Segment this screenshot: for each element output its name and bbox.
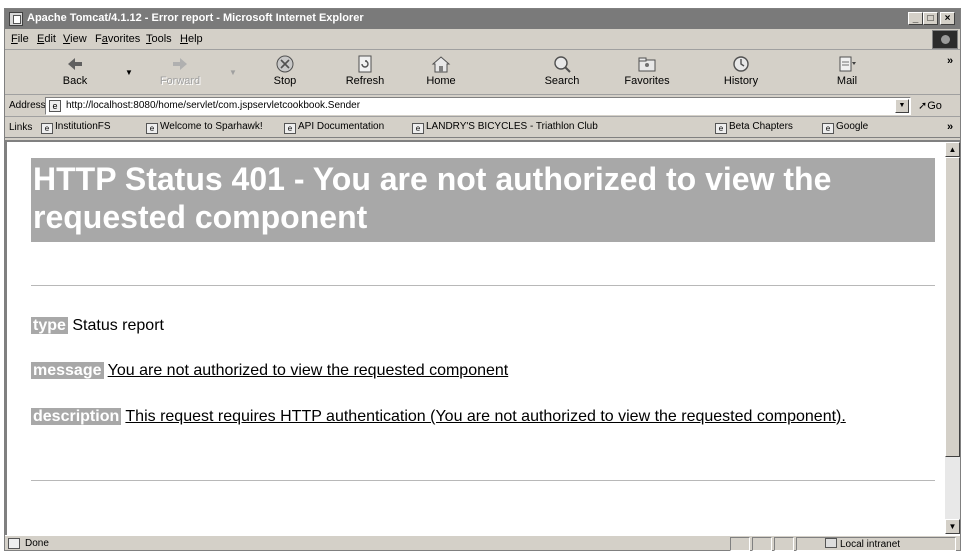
- title-bar[interactable]: Apache Tomcat/4.1.12 - Error report - Mi…: [5, 9, 960, 29]
- link-beta-chapters[interactable]: e Beta Chapters: [715, 121, 793, 134]
- go-button[interactable]: ➚Go: [918, 99, 942, 112]
- refresh-label: Refresh: [345, 75, 385, 87]
- link-institutionfs[interactable]: e InstitutionFS: [41, 121, 111, 134]
- search-label: Search: [544, 75, 580, 87]
- divider: [31, 480, 935, 481]
- history-label: History: [723, 75, 759, 87]
- message-key: message: [31, 362, 104, 379]
- window-title: Apache Tomcat/4.1.12 - Error report - Mi…: [27, 12, 364, 24]
- forward-button[interactable]: Forward: [150, 54, 210, 92]
- toolbar-overflow-chevron-icon[interactable]: »: [947, 55, 953, 67]
- mail-button[interactable]: Mail: [817, 54, 877, 92]
- mail-label: Mail: [836, 75, 858, 87]
- address-bar: Address e http://localhost:8080/home/ser…: [5, 96, 960, 117]
- type-row: type Status report: [31, 316, 164, 336]
- mail-icon: [839, 56, 856, 72]
- back-button[interactable]: Back: [45, 54, 105, 92]
- minimize-button[interactable]: _: [908, 12, 923, 25]
- favorites-button[interactable]: Favorites: [617, 54, 677, 92]
- scroll-down-icon[interactable]: ▼: [945, 519, 960, 534]
- links-bar: Links e InstitutionFS e Welcome to Sparhaw…: [5, 118, 960, 138]
- page-title: HTTP Status 401 - You are not authorized…: [31, 158, 935, 242]
- link-page-icon: e: [715, 123, 727, 134]
- menu-favorites[interactable]: Favorites: [95, 33, 140, 45]
- status-text: Done: [25, 538, 49, 549]
- link-sparhawk[interactable]: e Welcome to Sparhawk!: [146, 121, 263, 134]
- favorites-folder-icon: [638, 57, 656, 72]
- link-page-icon: e: [41, 123, 53, 134]
- description-row: description This request requires HTTP a…: [31, 407, 911, 427]
- forward-arrow-icon: [173, 58, 187, 70]
- link-page-icon: e: [412, 123, 424, 134]
- intranet-zone-icon: [825, 538, 837, 548]
- back-arrow-icon: [68, 58, 82, 70]
- menu-help[interactable]: Help: [180, 33, 203, 45]
- menu-tools[interactable]: Tools: [146, 33, 172, 45]
- forward-label: Forward: [159, 75, 201, 87]
- back-label: Back: [62, 75, 88, 87]
- refresh-button[interactable]: Refresh: [335, 54, 395, 92]
- home-label: Home: [426, 75, 456, 87]
- address-label: Address: [9, 100, 46, 111]
- history-button[interactable]: History: [711, 54, 771, 92]
- home-button[interactable]: Home: [411, 54, 471, 92]
- links-label: Links: [9, 122, 33, 133]
- scroll-up-icon[interactable]: ▲: [945, 142, 960, 157]
- back-dropdown-icon[interactable]: ▼: [125, 68, 133, 77]
- vertical-scrollbar[interactable]: ▲ ▼: [945, 142, 960, 534]
- links-overflow-chevron-icon[interactable]: »: [947, 121, 953, 133]
- security-zone: Local intranet: [825, 538, 900, 550]
- windows-logo-throbber-icon: [932, 30, 958, 49]
- close-button[interactable]: ×: [940, 12, 955, 25]
- description-key: description: [31, 408, 122, 425]
- link-page-icon: e: [146, 123, 158, 134]
- menu-edit[interactable]: Edit: [37, 33, 56, 45]
- menu-view[interactable]: View: [63, 33, 87, 45]
- type-value: Status report: [72, 317, 164, 334]
- scrollbar-thumb[interactable]: [945, 157, 960, 457]
- favorites-label: Favorites: [624, 75, 670, 87]
- address-url[interactable]: http://localhost:8080/home/servlet/com.j…: [66, 100, 360, 111]
- status-panel: [730, 537, 750, 551]
- refresh-icon: [358, 55, 372, 73]
- link-page-icon: e: [822, 123, 834, 134]
- address-dropdown-icon[interactable]: ▼: [895, 99, 909, 113]
- history-icon: [733, 56, 749, 72]
- link-google[interactable]: e Google: [822, 121, 868, 134]
- maximize-button[interactable]: □: [923, 12, 938, 25]
- stop-label: Stop: [273, 75, 297, 87]
- go-arrow-icon: ➚: [918, 100, 928, 112]
- message-row: message You are not authorized to view t…: [31, 361, 508, 381]
- divider: [31, 285, 935, 286]
- menu-bar: File Edit View Favorites Tools Help: [5, 29, 960, 50]
- search-icon: [554, 56, 571, 73]
- link-api-documentation[interactable]: e API Documentation: [284, 121, 384, 134]
- description-value: This request requires HTTP authenticatio…: [125, 408, 846, 425]
- status-panel: [774, 537, 794, 551]
- status-panel: [752, 537, 772, 551]
- status-bar: Done Local intranet: [5, 535, 960, 551]
- ie-window-icon[interactable]: [9, 12, 23, 26]
- stop-icon: [276, 55, 294, 73]
- address-input[interactable]: e http://localhost:8080/home/servlet/com…: [45, 97, 911, 115]
- search-button[interactable]: Search: [532, 54, 592, 92]
- link-page-icon: e: [284, 123, 296, 134]
- home-icon: [431, 56, 451, 73]
- forward-dropdown-icon[interactable]: ▼: [229, 68, 237, 77]
- link-landrys-bicycles[interactable]: e LANDRY'S BICYCLES - Triathlon Club: [412, 121, 598, 134]
- page-icon: e: [49, 100, 61, 112]
- page-done-icon: [8, 538, 20, 549]
- message-value: You are not authorized to view the reque…: [107, 362, 509, 379]
- browser-window: Apache Tomcat/4.1.12 - Error report - Mi…: [4, 8, 961, 551]
- stop-button[interactable]: Stop: [255, 54, 315, 92]
- page-viewport[interactable]: HTTP Status 401 - You are not authorized…: [5, 140, 960, 535]
- menu-file[interactable]: File: [11, 33, 29, 45]
- standard-toolbar: Back ▼ Forward ▼ Stop Refresh Home Searc…: [5, 51, 960, 95]
- type-key: type: [31, 317, 68, 334]
